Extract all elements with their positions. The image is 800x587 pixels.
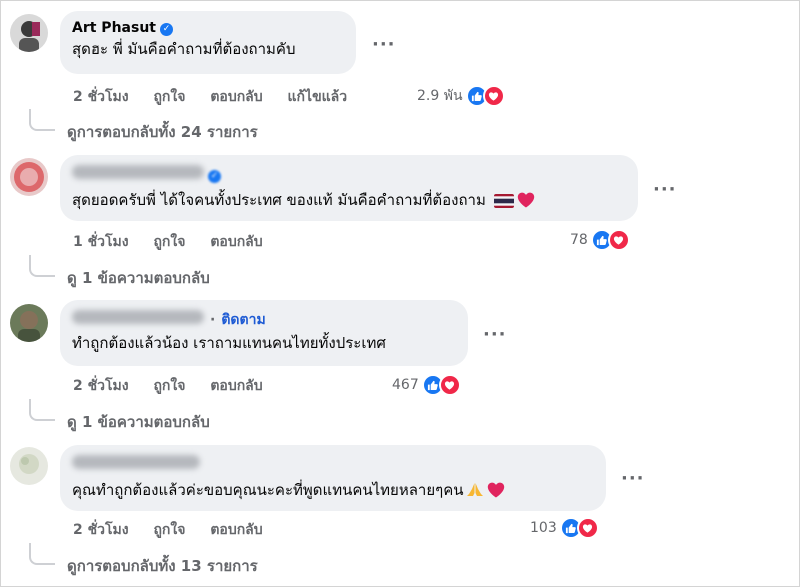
comment-actions: 2 ชั่วโมง ถูกใจ ตอบกลับ xyxy=(73,519,283,541)
more-options-icon[interactable]: ··· xyxy=(483,324,507,345)
reaction-summary[interactable]: 2.9 พัน xyxy=(417,85,505,107)
love-reaction-icon xyxy=(438,374,461,396)
more-options-icon[interactable]: ··· xyxy=(621,468,645,489)
thread-connector xyxy=(29,399,55,421)
follow-button[interactable]: ติดตาม xyxy=(221,312,265,328)
avatar[interactable] xyxy=(10,304,48,342)
thai-flag-icon xyxy=(493,193,514,213)
author-name[interactable] xyxy=(72,165,204,179)
reaction-count: 467 xyxy=(392,377,419,393)
verified-badge-icon: ✓ xyxy=(159,23,173,36)
comment-bubble: ✓ สุดยอดครับพี่ ได้ใจคนทั้งประเทศ ของแท้… xyxy=(60,155,638,221)
love-reaction-icon xyxy=(607,229,630,251)
reply-button[interactable]: ตอบกลับ xyxy=(210,522,262,538)
heart-icon xyxy=(487,482,505,503)
reaction-summary[interactable]: 103 xyxy=(530,517,599,539)
comment-actions: 2 ชั่วโมง ถูกใจ ตอบกลับ xyxy=(73,375,283,397)
like-button[interactable]: ถูกใจ xyxy=(153,378,185,394)
comment-actions: 1 ชั่วโมง ถูกใจ ตอบกลับ xyxy=(73,231,283,253)
reply-button[interactable]: ตอบกลับ xyxy=(210,234,262,250)
reply-button[interactable]: ตอบกลับ xyxy=(210,89,262,105)
reaction-count: 2.9 พัน xyxy=(417,88,463,104)
like-button[interactable]: ถูกใจ xyxy=(153,522,185,538)
reaction-count: 78 xyxy=(570,232,588,248)
thread-connector xyxy=(29,109,55,131)
reaction-summary[interactable]: 78 xyxy=(570,229,630,251)
timestamp[interactable]: 1 ชั่วโมง xyxy=(73,234,129,250)
thread-connector xyxy=(29,543,55,565)
comment-text: ทำถูกต้องแล้วน้อง เราถามแทนคนไทยทั้งประเ… xyxy=(72,334,386,352)
reaction-summary[interactable]: 467 xyxy=(392,374,461,396)
comment-text: สุดฮะ พี่ มันคือคำถามที่ต้องถามคับ xyxy=(72,40,296,58)
reaction-count: 103 xyxy=(530,520,557,536)
author-name[interactable] xyxy=(72,310,204,324)
comment-bubble: · ติดตาม ทำถูกต้องแล้วน้อง เราถามแทนคนไทย… xyxy=(60,300,468,366)
comment-actions: 2 ชั่วโมง ถูกใจ ตอบกลับ แก้ไขแล้ว xyxy=(73,86,367,108)
praying-hands-icon xyxy=(466,482,484,503)
view-replies-link[interactable]: ดู 1 ข้อความตอบกลับ xyxy=(67,266,210,290)
more-options-icon[interactable]: ··· xyxy=(372,34,396,55)
edited-label[interactable]: แก้ไขแล้ว xyxy=(288,89,348,105)
author-name[interactable]: Art Phasut xyxy=(72,20,156,36)
comment-bubble: คุณทำถูกต้องแล้วค่ะขอบคุณนะคะที่พูดแทนคน… xyxy=(60,445,606,511)
thread-connector xyxy=(29,255,55,277)
love-reaction-icon xyxy=(576,517,599,539)
view-replies-link[interactable]: ดู 1 ข้อความตอบกลับ xyxy=(67,410,210,434)
avatar[interactable] xyxy=(10,447,48,485)
comment-text: คุณทำถูกต้องแล้วค่ะขอบคุณนะคะที่พูดแทนคน… xyxy=(72,481,464,499)
timestamp[interactable]: 2 ชั่วโมง xyxy=(73,89,129,105)
avatar[interactable] xyxy=(10,14,48,52)
love-reaction-icon xyxy=(482,85,505,107)
view-replies-link[interactable]: ดูการตอบกลับทั้ง 24 รายการ xyxy=(67,120,258,144)
view-replies-link[interactable]: ดูการตอบกลับทั้ง 13 รายการ xyxy=(67,554,258,578)
comment-bubble: Art Phasut ✓ สุดฮะ พี่ มันคือคำถามที่ต้อง… xyxy=(60,11,356,74)
timestamp[interactable]: 2 ชั่วโมง xyxy=(73,522,129,538)
like-button[interactable]: ถูกใจ xyxy=(153,89,185,105)
timestamp[interactable]: 2 ชั่วโมง xyxy=(73,378,129,394)
avatar[interactable] xyxy=(10,158,48,196)
verified-badge-icon: ✓ xyxy=(208,170,221,183)
heart-icon xyxy=(517,192,535,213)
reply-button[interactable]: ตอบกลับ xyxy=(210,378,262,394)
more-options-icon[interactable]: ··· xyxy=(653,179,677,200)
author-name[interactable] xyxy=(72,455,200,469)
like-button[interactable]: ถูกใจ xyxy=(153,234,185,250)
comment-text: สุดยอดครับพี่ ได้ใจคนทั้งประเทศ ของแท้ ม… xyxy=(72,191,486,209)
